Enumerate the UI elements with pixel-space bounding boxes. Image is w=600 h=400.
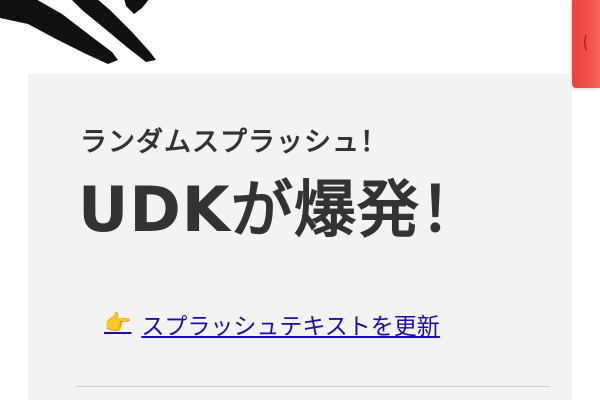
edge-tab[interactable]: ( bbox=[572, 0, 600, 88]
splash-subtitle: ランダムスプラッシュ！ bbox=[80, 127, 388, 158]
splash-card: ランダムスプラッシュ！ UDKが爆発！ 👉 スプラッシュテキストを更新 bbox=[28, 74, 572, 400]
splash-title: UDKが爆発！ bbox=[78, 173, 483, 246]
refresh-splash-link[interactable]: 👉 スプラッシュテキストを更新 bbox=[104, 307, 440, 341]
refresh-splash-label: スプラッシュテキストを更新 bbox=[141, 314, 440, 340]
divider bbox=[76, 386, 550, 387]
edge-tab-glyph: ( bbox=[583, 32, 589, 53]
pointing-hand-icon: 👉 bbox=[104, 311, 132, 336]
brush-stroke-decoration bbox=[0, 0, 156, 64]
page: ( ランダムスプラッシュ！ UDKが爆発！ 👉 スプラッシュテキストを更新 bbox=[0, 0, 600, 400]
